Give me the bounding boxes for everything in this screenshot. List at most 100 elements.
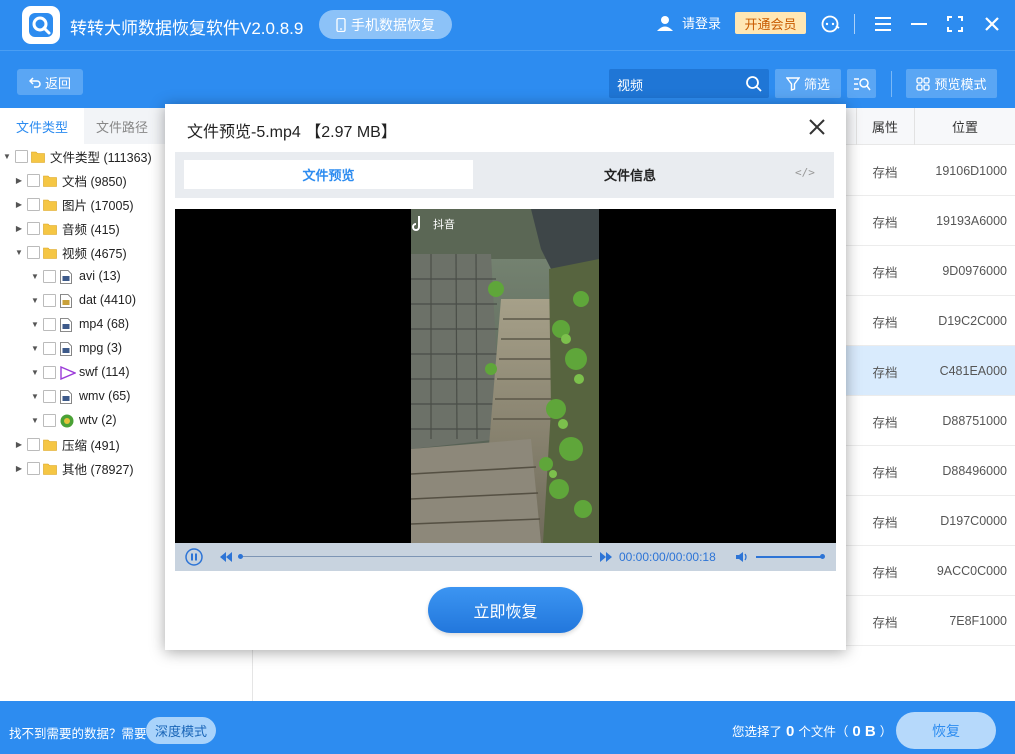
mobile-recovery-label: 手机数据恢复 [351, 16, 435, 33]
tree-checkbox[interactable] [27, 461, 40, 475]
search-preview-button[interactable] [847, 69, 876, 98]
tree-checkbox[interactable] [27, 197, 40, 211]
expand-arrow-icon[interactable]: ▼ [14, 247, 24, 257]
expand-arrow-icon[interactable]: ▶ [14, 223, 24, 233]
tree-checkbox[interactable] [43, 341, 56, 355]
back-label: 返回 [44, 75, 71, 91]
tree-item[interactable]: ▼ mp4 (68) [30, 312, 129, 336]
expand-arrow-icon[interactable]: ▶ [14, 175, 24, 185]
tree-item[interactable]: ▼ dat (4410) [30, 288, 136, 312]
cell-attr: 存档 [872, 215, 898, 230]
tree-item[interactable]: ▶ 音频 (415) [14, 216, 120, 240]
recover-button[interactable]: 恢复 [896, 712, 996, 749]
minimize-icon[interactable] [907, 12, 931, 36]
recover-now-button[interactable]: 立即恢复 [428, 587, 583, 633]
code-icon[interactable]: </> [795, 166, 815, 179]
preview-mode-button[interactable]: 预览模式 [906, 69, 997, 98]
login-label: 请登录 [682, 16, 722, 31]
video-player[interactable]: 抖音 [175, 209, 836, 543]
filter-label: 筛选 [803, 77, 830, 92]
tree-item[interactable]: ▼ wtv (2) [30, 408, 117, 432]
login-button[interactable]: 请登录 [656, 13, 721, 32]
tab-file-path[interactable]: 文件路径 [80, 108, 164, 144]
vip-button[interactable]: 开通会员 [735, 12, 806, 34]
expand-arrow-icon[interactable]: ▼ [30, 415, 40, 425]
expand-arrow-icon[interactable]: ▼ [30, 391, 40, 401]
tree-item[interactable]: ▶ 其他 (78927) [14, 456, 134, 480]
dat-file-icon [60, 293, 74, 308]
tree-checkbox[interactable] [43, 365, 56, 379]
expand-arrow-icon[interactable]: ▶ [14, 463, 24, 473]
tab-file-info[interactable]: 文件信息 [485, 160, 775, 189]
menu-icon[interactable] [871, 12, 895, 36]
tree-checkbox[interactable] [27, 221, 40, 235]
progress-track[interactable] [240, 556, 592, 557]
dialog-title: 文件预览-5.mp4 【2.97 MB】 [187, 124, 397, 141]
folder-icon [31, 150, 45, 163]
tree-item[interactable]: ▼ 文件类型 (111363) [2, 144, 152, 168]
tree-checkbox[interactable] [27, 437, 40, 451]
cell-position: 9D0976000 [942, 264, 1007, 278]
expand-arrow-icon[interactable]: ▶ [14, 439, 24, 449]
folder-icon [43, 438, 57, 451]
bottom-bar: 找不到需要的数据？需要 深度模式 您选择了 0 个文件（ 0 B） 恢复 [0, 701, 1015, 754]
cell-attr: 存档 [872, 515, 898, 530]
back-button[interactable]: 返回 [17, 69, 83, 95]
volume-slider[interactable] [756, 556, 823, 558]
selection-count: 0 [786, 723, 795, 740]
tab-file-type[interactable]: 文件类型 [0, 108, 84, 144]
filter-button[interactable]: 筛选 [775, 69, 841, 98]
tree-checkbox[interactable] [43, 293, 56, 307]
column-header-position[interactable]: 位置 [915, 108, 1015, 145]
video-file-icon [60, 341, 74, 356]
mobile-recovery-button[interactable]: 手机数据恢复 [319, 10, 452, 39]
maximize-icon[interactable] [943, 12, 967, 36]
deep-mode-button[interactable]: 深度模式 [146, 717, 216, 744]
rewind-icon[interactable] [220, 552, 232, 562]
selection-size: 0 B [852, 723, 876, 740]
user-icon [657, 15, 673, 31]
video-frame: 抖音 [411, 209, 599, 543]
tree-checkbox[interactable] [27, 245, 40, 259]
pause-icon[interactable] [185, 548, 203, 566]
expand-arrow-icon[interactable]: ▼ [2, 151, 12, 161]
close-icon[interactable] [980, 12, 1004, 36]
search-icon[interactable] [745, 75, 763, 93]
column-header-attr[interactable]: 属性 [857, 108, 913, 145]
tree-item[interactable]: ▶ 图片 (17005) [14, 192, 134, 216]
search-input[interactable] [617, 74, 737, 94]
tree-item[interactable]: ▶ 文档 (9850) [14, 168, 127, 192]
fast-forward-icon[interactable] [600, 552, 612, 562]
expand-arrow-icon[interactable]: ▼ [30, 295, 40, 305]
expand-arrow-icon[interactable]: ▼ [30, 319, 40, 329]
tree-item-label: 图片 (17005) [62, 198, 134, 213]
search-box[interactable] [609, 69, 769, 98]
tree-item[interactable]: ▼ 视频 (4675) [14, 240, 127, 264]
tree-checkbox[interactable] [43, 269, 56, 283]
cell-position: 19193A6000 [936, 214, 1007, 228]
tree-checkbox[interactable] [43, 413, 56, 427]
tree-item[interactable]: ▼ avi (13) [30, 264, 121, 288]
expand-arrow-icon[interactable]: ▼ [30, 367, 40, 377]
app-title: 转转大师数据恢复软件V2.0.8.9 [70, 19, 304, 38]
tree-item[interactable]: ▶ 压缩 (491) [14, 432, 120, 456]
tree-item[interactable]: ▼ swf (114) [30, 360, 129, 384]
tree-checkbox[interactable] [43, 317, 56, 331]
tree-item[interactable]: ▼ mpg (3) [30, 336, 122, 360]
cell-attr: 存档 [872, 315, 898, 330]
progress-handle[interactable] [238, 554, 243, 559]
tree-checkbox[interactable] [27, 173, 40, 187]
customer-service-icon[interactable] [818, 12, 842, 36]
tab-file-preview[interactable]: 文件预览 [184, 160, 473, 189]
expand-arrow-icon[interactable]: ▼ [30, 271, 40, 281]
volume-handle[interactable] [820, 554, 825, 559]
dialog-close-icon[interactable] [806, 116, 828, 138]
volume-icon[interactable] [735, 551, 749, 563]
tree-checkbox[interactable] [15, 149, 28, 163]
cell-position: D197C0000 [940, 514, 1007, 528]
tree-checkbox[interactable] [43, 389, 56, 403]
tree-item[interactable]: ▼ wmv (65) [30, 384, 130, 408]
expand-arrow-icon[interactable]: ▶ [14, 199, 24, 209]
expand-arrow-icon[interactable]: ▼ [30, 343, 40, 353]
title-bar: 转转大师数据恢复软件V2.0.8.9 手机数据恢复 请登录 开通会员 [0, 0, 1015, 50]
